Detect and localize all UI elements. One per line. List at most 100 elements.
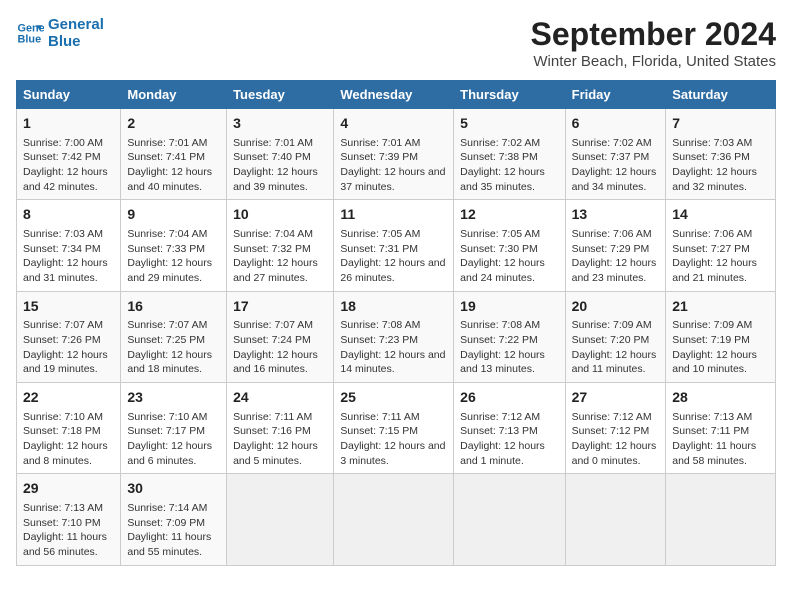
page-header: General Blue General Blue September 2024…: [16, 16, 776, 70]
calendar-cell: 24 Sunrise: 7:11 AMSunset: 7:16 PMDaylig…: [227, 383, 334, 474]
day-number: 17: [233, 297, 327, 317]
day-info: Sunrise: 7:01 AMSunset: 7:39 PMDaylight:…: [340, 136, 447, 195]
day-info: Sunrise: 7:14 AMSunset: 7:09 PMDaylight:…: [127, 501, 220, 560]
title-block: September 2024 Winter Beach, Florida, Un…: [531, 16, 776, 70]
day-info: Sunrise: 7:02 AMSunset: 7:38 PMDaylight:…: [460, 136, 558, 195]
day-info: Sunrise: 7:12 AMSunset: 7:12 PMDaylight:…: [572, 410, 660, 469]
calendar-cell: 1 Sunrise: 7:00 AMSunset: 7:42 PMDayligh…: [17, 109, 121, 200]
calendar-cell: [334, 474, 454, 565]
calendar-cell: 10 Sunrise: 7:04 AMSunset: 7:32 PMDaylig…: [227, 200, 334, 291]
day-info: Sunrise: 7:06 AMSunset: 7:29 PMDaylight:…: [572, 227, 660, 286]
calendar-cell: 16 Sunrise: 7:07 AMSunset: 7:25 PMDaylig…: [121, 291, 227, 382]
calendar-cell: [565, 474, 666, 565]
day-info: Sunrise: 7:05 AMSunset: 7:31 PMDaylight:…: [340, 227, 447, 286]
calendar-cell: 19 Sunrise: 7:08 AMSunset: 7:22 PMDaylig…: [454, 291, 565, 382]
day-number: 16: [127, 297, 220, 317]
calendar-cell: 2 Sunrise: 7:01 AMSunset: 7:41 PMDayligh…: [121, 109, 227, 200]
day-info: Sunrise: 7:05 AMSunset: 7:30 PMDaylight:…: [460, 227, 558, 286]
day-number: 27: [572, 388, 660, 408]
header-tuesday: Tuesday: [227, 81, 334, 109]
day-number: 13: [572, 205, 660, 225]
calendar-cell: 29 Sunrise: 7:13 AMSunset: 7:10 PMDaylig…: [17, 474, 121, 565]
day-number: 26: [460, 388, 558, 408]
calendar-table: SundayMondayTuesdayWednesdayThursdayFrid…: [16, 80, 776, 566]
day-info: Sunrise: 7:13 AMSunset: 7:10 PMDaylight:…: [23, 501, 114, 560]
calendar-week-5: 29 Sunrise: 7:13 AMSunset: 7:10 PMDaylig…: [17, 474, 776, 565]
day-info: Sunrise: 7:09 AMSunset: 7:19 PMDaylight:…: [672, 318, 769, 377]
day-info: Sunrise: 7:07 AMSunset: 7:25 PMDaylight:…: [127, 318, 220, 377]
calendar-cell: 27 Sunrise: 7:12 AMSunset: 7:12 PMDaylig…: [565, 383, 666, 474]
day-info: Sunrise: 7:04 AMSunset: 7:32 PMDaylight:…: [233, 227, 327, 286]
calendar-cell: 13 Sunrise: 7:06 AMSunset: 7:29 PMDaylig…: [565, 200, 666, 291]
header-sunday: Sunday: [17, 81, 121, 109]
day-number: 30: [127, 479, 220, 499]
header-thursday: Thursday: [454, 81, 565, 109]
logo-icon: General Blue: [16, 19, 44, 47]
day-info: Sunrise: 7:13 AMSunset: 7:11 PMDaylight:…: [672, 410, 769, 469]
day-number: 11: [340, 205, 447, 225]
calendar-cell: 20 Sunrise: 7:09 AMSunset: 7:20 PMDaylig…: [565, 291, 666, 382]
day-info: Sunrise: 7:08 AMSunset: 7:23 PMDaylight:…: [340, 318, 447, 377]
calendar-week-2: 8 Sunrise: 7:03 AMSunset: 7:34 PMDayligh…: [17, 200, 776, 291]
day-info: Sunrise: 7:01 AMSunset: 7:41 PMDaylight:…: [127, 136, 220, 195]
calendar-cell: 28 Sunrise: 7:13 AMSunset: 7:11 PMDaylig…: [666, 383, 776, 474]
day-info: Sunrise: 7:06 AMSunset: 7:27 PMDaylight:…: [672, 227, 769, 286]
day-number: 1: [23, 114, 114, 134]
day-number: 7: [672, 114, 769, 134]
calendar-cell: 21 Sunrise: 7:09 AMSunset: 7:19 PMDaylig…: [666, 291, 776, 382]
calendar-cell: [227, 474, 334, 565]
day-info: Sunrise: 7:10 AMSunset: 7:17 PMDaylight:…: [127, 410, 220, 469]
calendar-cell: 7 Sunrise: 7:03 AMSunset: 7:36 PMDayligh…: [666, 109, 776, 200]
day-number: 24: [233, 388, 327, 408]
calendar-cell: 23 Sunrise: 7:10 AMSunset: 7:17 PMDaylig…: [121, 383, 227, 474]
calendar-cell: 3 Sunrise: 7:01 AMSunset: 7:40 PMDayligh…: [227, 109, 334, 200]
day-number: 15: [23, 297, 114, 317]
header-saturday: Saturday: [666, 81, 776, 109]
calendar-header-row: SundayMondayTuesdayWednesdayThursdayFrid…: [17, 81, 776, 109]
calendar-cell: 25 Sunrise: 7:11 AMSunset: 7:15 PMDaylig…: [334, 383, 454, 474]
day-info: Sunrise: 7:01 AMSunset: 7:40 PMDaylight:…: [233, 136, 327, 195]
calendar-cell: [666, 474, 776, 565]
header-friday: Friday: [565, 81, 666, 109]
day-number: 6: [572, 114, 660, 134]
calendar-week-3: 15 Sunrise: 7:07 AMSunset: 7:26 PMDaylig…: [17, 291, 776, 382]
day-info: Sunrise: 7:11 AMSunset: 7:16 PMDaylight:…: [233, 410, 327, 469]
calendar-cell: 26 Sunrise: 7:12 AMSunset: 7:13 PMDaylig…: [454, 383, 565, 474]
calendar-week-4: 22 Sunrise: 7:10 AMSunset: 7:18 PMDaylig…: [17, 383, 776, 474]
calendar-cell: 15 Sunrise: 7:07 AMSunset: 7:26 PMDaylig…: [17, 291, 121, 382]
day-number: 3: [233, 114, 327, 134]
day-number: 29: [23, 479, 114, 499]
day-info: Sunrise: 7:08 AMSunset: 7:22 PMDaylight:…: [460, 318, 558, 377]
svg-text:Blue: Blue: [18, 34, 42, 46]
calendar-cell: 8 Sunrise: 7:03 AMSunset: 7:34 PMDayligh…: [17, 200, 121, 291]
day-info: Sunrise: 7:03 AMSunset: 7:36 PMDaylight:…: [672, 136, 769, 195]
day-number: 14: [672, 205, 769, 225]
day-number: 21: [672, 297, 769, 317]
calendar-cell: 4 Sunrise: 7:01 AMSunset: 7:39 PMDayligh…: [334, 109, 454, 200]
header-wednesday: Wednesday: [334, 81, 454, 109]
calendar-cell: 5 Sunrise: 7:02 AMSunset: 7:38 PMDayligh…: [454, 109, 565, 200]
calendar-cell: [454, 474, 565, 565]
logo: General Blue General Blue: [16, 16, 104, 51]
day-info: Sunrise: 7:07 AMSunset: 7:24 PMDaylight:…: [233, 318, 327, 377]
calendar-title: September 2024: [531, 16, 776, 53]
day-number: 20: [572, 297, 660, 317]
day-info: Sunrise: 7:02 AMSunset: 7:37 PMDaylight:…: [572, 136, 660, 195]
calendar-cell: 18 Sunrise: 7:08 AMSunset: 7:23 PMDaylig…: [334, 291, 454, 382]
day-number: 5: [460, 114, 558, 134]
day-info: Sunrise: 7:09 AMSunset: 7:20 PMDaylight:…: [572, 318, 660, 377]
header-monday: Monday: [121, 81, 227, 109]
day-info: Sunrise: 7:12 AMSunset: 7:13 PMDaylight:…: [460, 410, 558, 469]
day-number: 28: [672, 388, 769, 408]
calendar-subtitle: Winter Beach, Florida, United States: [531, 53, 776, 70]
day-info: Sunrise: 7:03 AMSunset: 7:34 PMDaylight:…: [23, 227, 114, 286]
day-info: Sunrise: 7:10 AMSunset: 7:18 PMDaylight:…: [23, 410, 114, 469]
day-info: Sunrise: 7:07 AMSunset: 7:26 PMDaylight:…: [23, 318, 114, 377]
calendar-week-1: 1 Sunrise: 7:00 AMSunset: 7:42 PMDayligh…: [17, 109, 776, 200]
day-number: 22: [23, 388, 114, 408]
calendar-cell: 11 Sunrise: 7:05 AMSunset: 7:31 PMDaylig…: [334, 200, 454, 291]
calendar-cell: 22 Sunrise: 7:10 AMSunset: 7:18 PMDaylig…: [17, 383, 121, 474]
calendar-cell: 30 Sunrise: 7:14 AMSunset: 7:09 PMDaylig…: [121, 474, 227, 565]
day-number: 25: [340, 388, 447, 408]
logo-line1: General: [48, 16, 104, 33]
